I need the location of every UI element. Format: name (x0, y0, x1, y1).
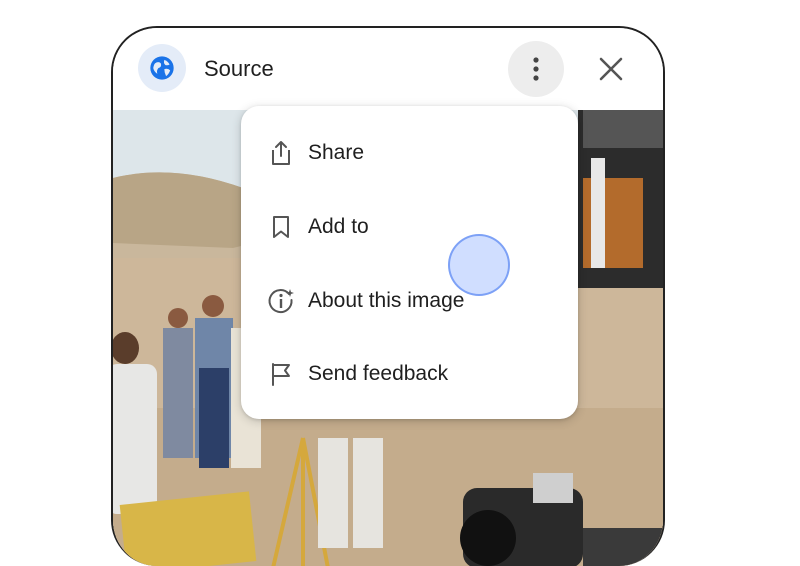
more-vert-icon (533, 57, 539, 81)
menu-item-label: About this image (308, 289, 465, 312)
menu-item-about-this-image[interactable]: About this image (241, 271, 578, 331)
close-button[interactable] (587, 45, 635, 93)
globe-icon (150, 56, 174, 80)
more-options-button[interactable] (508, 41, 564, 97)
menu-item-label: Share (308, 141, 365, 164)
menu-item-label: Add to (308, 215, 369, 238)
touch-indicator (448, 234, 510, 296)
menu-item-label: Send feedback (308, 362, 449, 385)
bookmark-icon (267, 213, 295, 241)
source-label[interactable]: Source (204, 56, 274, 82)
flag-icon (267, 360, 295, 388)
menu-item-share[interactable]: Share (241, 123, 578, 183)
top-bar: Source (113, 28, 663, 110)
source-button[interactable] (138, 44, 186, 92)
menu-item-send-feedback[interactable]: Send feedback (241, 344, 578, 404)
close-icon (599, 57, 623, 81)
overflow-menu: Share Add to About this image Send feedb… (241, 106, 578, 419)
menu-item-add-to[interactable]: Add to (241, 197, 578, 257)
info-sparkle-icon (267, 287, 295, 315)
share-icon (267, 139, 295, 167)
